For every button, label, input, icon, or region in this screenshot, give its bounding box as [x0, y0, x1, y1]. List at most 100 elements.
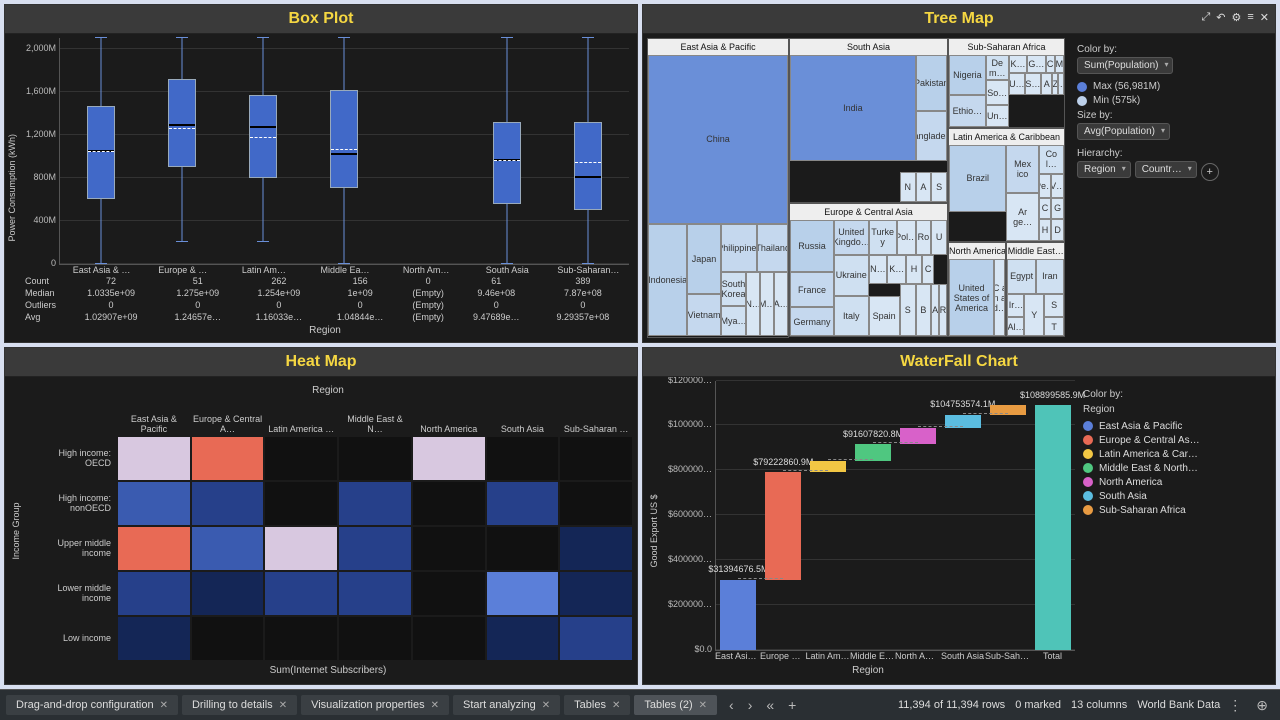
- tm-cell[interactable]: Pol…: [897, 220, 916, 255]
- tm-cell[interactable]: H: [1039, 219, 1052, 241]
- tm-cell[interactable]: Thailand: [757, 224, 788, 272]
- tab-close-icon[interactable]: ✕: [542, 700, 550, 711]
- hm-cell[interactable]: [264, 436, 338, 481]
- hm-cell[interactable]: [486, 571, 560, 616]
- tm-cell[interactable]: Pe…: [1039, 174, 1052, 198]
- hm-cell[interactable]: [264, 481, 338, 526]
- tm-region-header[interactable]: Sub-Saharan Africa: [949, 39, 1064, 56]
- sizeby-select[interactable]: Avg(Population): [1077, 123, 1170, 140]
- tm-cell[interactable]: United States of America: [949, 259, 994, 337]
- tm-cell[interactable]: A: [931, 284, 939, 337]
- tm-cell[interactable]: Brazil: [949, 145, 1007, 212]
- hm-cell[interactable]: [412, 526, 486, 571]
- tm-cell[interactable]: V…: [1051, 174, 1064, 198]
- hm-cell[interactable]: [486, 436, 560, 481]
- expand-icon[interactable]: ⤢: [1201, 11, 1210, 24]
- tm-cell[interactable]: Spain: [869, 296, 900, 337]
- up-icon[interactable]: «: [760, 697, 780, 713]
- heatmap-chart[interactable]: East Asia & PacificEurope & Central A…La…: [27, 400, 633, 662]
- tm-cell[interactable]: S: [900, 284, 916, 337]
- tm-cell[interactable]: Co l…: [1039, 145, 1064, 174]
- hm-cell[interactable]: [117, 616, 191, 661]
- wf-legend-item[interactable]: Latin America & Car…: [1083, 449, 1263, 460]
- tm-cell[interactable]: Ethio…: [949, 95, 986, 127]
- tm-cell[interactable]: Germany: [790, 307, 834, 336]
- wf-bar[interactable]: [720, 580, 756, 651]
- tm-cell[interactable]: Pakistan: [916, 55, 947, 111]
- prev-icon[interactable]: ‹: [723, 697, 740, 713]
- tm-region-header[interactable]: Europe & Central Asia: [790, 204, 947, 221]
- tab-close-icon[interactable]: ✕: [431, 700, 439, 711]
- tm-cell[interactable]: B…: [1058, 73, 1064, 95]
- tm-cell[interactable]: Italy: [834, 296, 869, 337]
- tm-cell[interactable]: S: [931, 172, 947, 201]
- tm-cell[interactable]: India: [790, 55, 915, 161]
- tm-cell[interactable]: M…: [760, 272, 774, 337]
- hm-cell[interactable]: [559, 481, 633, 526]
- tm-cell[interactable]: M: [1055, 55, 1064, 73]
- hm-cell[interactable]: [191, 436, 265, 481]
- tm-cell[interactable]: Egypt: [1007, 259, 1035, 294]
- hm-cell[interactable]: [117, 526, 191, 571]
- hm-cell[interactable]: [264, 616, 338, 661]
- tab[interactable]: Drilling to details✕: [182, 695, 297, 715]
- tm-cell[interactable]: S: [1044, 294, 1064, 317]
- hm-cell[interactable]: [338, 436, 412, 481]
- tab-close-icon[interactable]: ✕: [160, 700, 168, 711]
- hm-cell[interactable]: [338, 571, 412, 616]
- tm-cell[interactable]: United Kingdo…: [834, 220, 869, 255]
- tm-cell[interactable]: A: [1041, 73, 1053, 95]
- tm-cell[interactable]: South Korea: [721, 272, 746, 306]
- tm-cell[interactable]: T: [1044, 317, 1064, 336]
- boxplot-chart[interactable]: 0400M800M1,200M1,600M2,000M: [59, 38, 629, 265]
- hm-cell[interactable]: [117, 571, 191, 616]
- tm-cell[interactable]: Indonesia: [648, 224, 687, 337]
- tm-cell[interactable]: U: [931, 220, 947, 255]
- waterfall-chart[interactable]: $0.0$200000…$400000…$600000…$800000…$100…: [715, 381, 1075, 652]
- treemap-chart[interactable]: East Asia & PacificChinaIndonesiaJapanPh…: [647, 38, 1065, 338]
- hierarchy-country[interactable]: Countr…: [1135, 161, 1197, 178]
- hm-cell[interactable]: [117, 481, 191, 526]
- globe-icon[interactable]: ⊕: [1250, 697, 1274, 714]
- colorby-select[interactable]: Sum(Population): [1077, 57, 1173, 74]
- hm-cell[interactable]: [486, 481, 560, 526]
- add-tab-icon[interactable]: +: [782, 697, 802, 713]
- tm-cell[interactable]: K…: [1009, 55, 1027, 73]
- tm-cell[interactable]: C: [922, 255, 935, 284]
- tm-cell[interactable]: G…: [1027, 55, 1045, 73]
- tm-cell[interactable]: So…: [986, 80, 1009, 105]
- tm-region-header[interactable]: Latin America & Caribbean: [949, 129, 1064, 146]
- tm-region-header[interactable]: South Asia: [790, 39, 947, 56]
- tm-cell[interactable]: H: [906, 255, 922, 284]
- wf-bar[interactable]: [1035, 405, 1071, 650]
- hm-cell[interactable]: [559, 571, 633, 616]
- tab[interactable]: Drag-and-drop configuration✕: [6, 695, 178, 715]
- hm-cell[interactable]: [338, 526, 412, 571]
- hm-cell[interactable]: [117, 436, 191, 481]
- add-hierarchy-icon[interactable]: +: [1201, 163, 1219, 181]
- tm-cell[interactable]: Nigeria: [949, 55, 986, 95]
- wf-legend-item[interactable]: North America: [1083, 477, 1263, 488]
- wf-legend-item[interactable]: East Asia & Pacific: [1083, 421, 1263, 432]
- gear-icon[interactable]: ⚙: [1231, 11, 1241, 24]
- hm-cell[interactable]: [191, 571, 265, 616]
- hm-cell[interactable]: [559, 436, 633, 481]
- tm-cell[interactable]: S…: [1025, 73, 1041, 95]
- more-icon[interactable]: ⋮: [1222, 697, 1248, 714]
- hm-cell[interactable]: [412, 571, 486, 616]
- hm-cell[interactable]: [412, 616, 486, 661]
- tm-cell[interactable]: Turke y: [869, 220, 897, 255]
- tm-cell[interactable]: K…: [887, 255, 906, 284]
- tm-cell[interactable]: G: [1051, 198, 1064, 219]
- hm-cell[interactable]: [264, 526, 338, 571]
- tm-region-header[interactable]: North America: [949, 243, 1006, 260]
- tm-cell[interactable]: Philippines: [721, 224, 757, 272]
- tm-cell[interactable]: Y: [1024, 294, 1044, 337]
- tab[interactable]: Visualization properties✕: [301, 695, 449, 715]
- tab-close-icon[interactable]: ✕: [279, 700, 287, 711]
- hm-cell[interactable]: [412, 481, 486, 526]
- tm-cell[interactable]: Japan: [687, 224, 721, 294]
- tm-cell[interactable]: B: [916, 284, 932, 337]
- tm-cell[interactable]: N…: [869, 255, 888, 284]
- tm-cell[interactable]: Ar ge…: [1006, 193, 1038, 241]
